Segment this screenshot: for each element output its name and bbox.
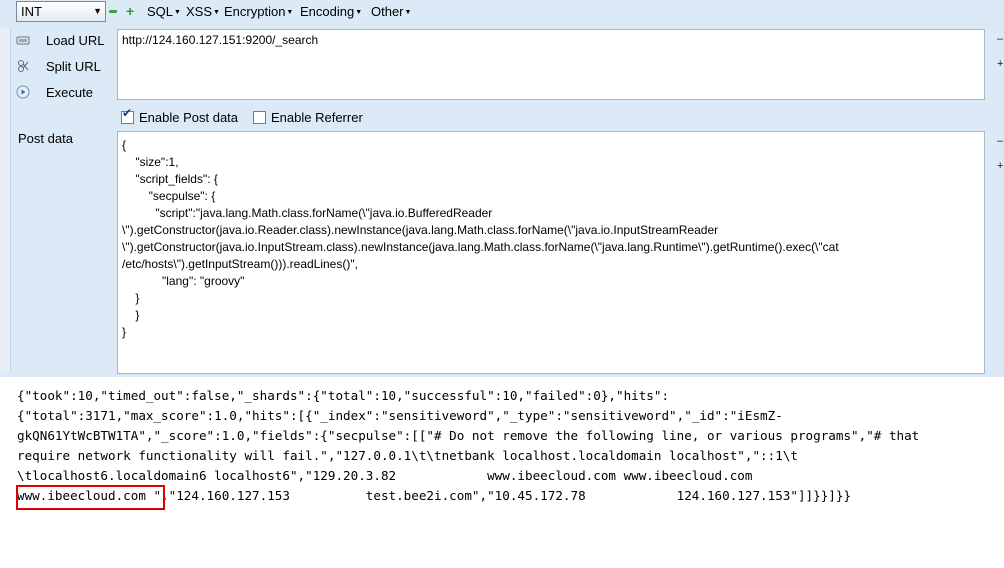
execute-icon xyxy=(16,85,30,99)
green-plus-icon[interactable]: + xyxy=(126,3,134,19)
execute-label: Execute xyxy=(46,85,93,100)
caret-icon: ▼ xyxy=(174,9,181,16)
menu-xss-label: XSS xyxy=(186,4,213,19)
menu-other[interactable]: Other▼ xyxy=(371,4,411,19)
enable-referrer-label: Enable Referrer xyxy=(271,110,363,125)
menu-encryption-label: Encryption xyxy=(224,4,286,19)
edge-minus-icon: – xyxy=(997,135,1004,147)
enable-post-label: Enable Post data xyxy=(139,110,239,125)
type-select-value: INT xyxy=(21,4,42,19)
checkmark-icon: ✔ xyxy=(122,106,133,120)
menu-sql[interactable]: SQL▼ xyxy=(147,4,181,19)
left-window-strip xyxy=(0,28,11,373)
menu-sql-label: SQL xyxy=(147,4,174,19)
split-url-button[interactable]: Split URL xyxy=(14,56,114,78)
caret-icon: ▼ xyxy=(404,9,412,16)
edge-plus-icon: + xyxy=(997,58,1004,70)
load-url-button[interactable]: Load URL xyxy=(14,30,114,52)
chevron-down-icon: ▼ xyxy=(93,6,102,16)
edge-minus-icon: – xyxy=(997,33,1004,45)
edge-plus-icon: + xyxy=(997,160,1004,172)
load-url-label: Load URL xyxy=(46,33,105,48)
menu-encoding[interactable]: Encoding▼ xyxy=(300,4,362,19)
url-input[interactable]: http://124.160.127.151:9200/_search xyxy=(117,29,985,100)
post-data-label: Post data xyxy=(18,131,73,146)
toolbar: INT ▼ + SQL▼ XSS▼ Encryption▼ Encoding▼ … xyxy=(14,0,1004,24)
type-select[interactable]: INT ▼ xyxy=(16,1,106,22)
execute-button[interactable]: Execute xyxy=(14,82,114,104)
menu-encoding-label: Encoding xyxy=(300,4,355,19)
split-url-icon xyxy=(18,60,29,72)
checkbox-box xyxy=(253,111,266,124)
load-url-icon xyxy=(16,36,30,45)
highlight-box xyxy=(16,485,165,510)
menu-encryption[interactable]: Encryption▼ xyxy=(224,4,293,19)
caret-icon: ▼ xyxy=(355,9,363,16)
split-url-label: Split URL xyxy=(46,59,101,74)
post-data-textarea[interactable]: { "size":1, "script_fields": { "secpulse… xyxy=(117,131,985,374)
menu-other-label: Other xyxy=(371,4,404,19)
green-minus-icon[interactable] xyxy=(109,10,117,13)
caret-icon: ▼ xyxy=(213,9,220,16)
caret-icon: ▼ xyxy=(286,9,294,16)
menu-xss[interactable]: XSS▼ xyxy=(186,4,220,19)
